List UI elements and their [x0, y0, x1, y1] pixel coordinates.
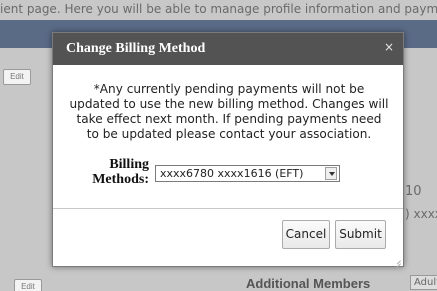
- submit-button[interactable]: Submit: [335, 220, 386, 249]
- background-number: 10: [405, 184, 422, 199]
- background-account-number: ) xxxx1: [405, 207, 437, 221]
- additional-members-heading: Additional Members: [246, 276, 371, 291]
- resize-grip-icon[interactable]: [392, 255, 401, 264]
- change-billing-dialog: Change Billing Method × *Any currently p…: [52, 32, 404, 267]
- adult-dropdown[interactable]: Adult: [410, 275, 437, 290]
- billing-methods-select[interactable]: xxxx6780 xxxx1616 (EFT): [155, 165, 340, 182]
- background-edit-button-members[interactable]: Edit: [14, 279, 42, 291]
- billing-methods-label: Billing Methods:: [92, 157, 149, 187]
- background-intro-text: ient page. Here you will be able to mana…: [0, 2, 437, 16]
- dialog-header: Change Billing Method ×: [53, 33, 403, 65]
- cancel-button[interactable]: Cancel: [282, 220, 330, 249]
- background-top-band: ient page. Here you will be able to mana…: [0, 0, 437, 20]
- dialog-title: Change Billing Method: [66, 41, 206, 56]
- billing-methods-selected-value: xxxx6780 xxxx1616 (EFT): [160, 167, 304, 180]
- pending-payments-notice: *Any currently pending payments will not…: [69, 82, 389, 141]
- chevron-down-icon[interactable]: [325, 167, 337, 180]
- background-edit-button[interactable]: Edit: [3, 69, 31, 85]
- close-icon[interactable]: ×: [384, 40, 394, 54]
- dialog-divider: [53, 208, 403, 209]
